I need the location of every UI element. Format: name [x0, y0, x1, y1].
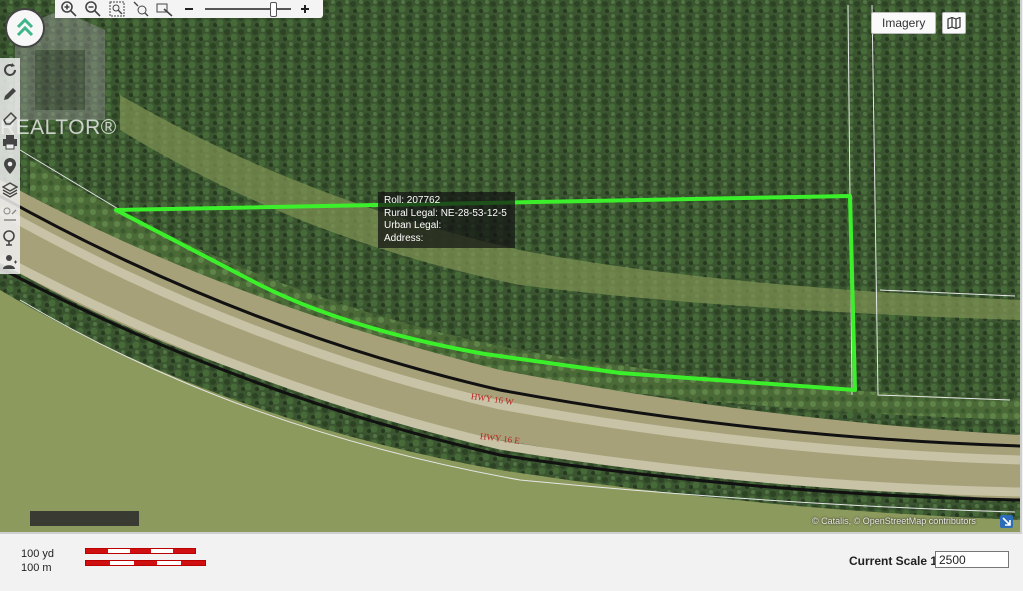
- pan-icon: [156, 3, 173, 17]
- expand-icon: [1002, 517, 1011, 526]
- satellite-imagery: [0, 0, 1020, 532]
- map-toolbar: [55, 0, 323, 18]
- current-scale-label: Current Scale 1:: [849, 554, 942, 568]
- popup-urban-legal: Urban Legal:: [384, 220, 442, 231]
- popup-roll: Roll: 207762: [384, 195, 441, 206]
- zoom-in-icon: [61, 1, 77, 17]
- popup-rural-legal: Rural Legal: NE-28-53-12-5: [384, 207, 507, 219]
- erase-button[interactable]: [0, 106, 20, 130]
- zoom-extent-icon: [133, 1, 149, 17]
- zoom-slider-minus-button[interactable]: [179, 0, 199, 18]
- map-canvas[interactable]: REALTOR® Imagery Roll: 207762 Rural Lega…: [0, 0, 1022, 534]
- zoom-slider-track: [205, 8, 291, 10]
- scale-bar-yd: [85, 548, 196, 554]
- layers-button[interactable]: [0, 178, 20, 202]
- parcel-info-popup: Roll: 207762 Rural Legal: NE-28-53-12-5 …: [378, 192, 515, 248]
- street-map-button[interactable]: [942, 12, 967, 34]
- zoom-slider-thumb[interactable]: [270, 2, 277, 17]
- zoom-box-icon: [109, 1, 125, 17]
- popup-address: Address:: [384, 232, 424, 244]
- print-icon: [3, 135, 17, 150]
- zoom-out-icon: [85, 1, 101, 17]
- zoom-out-button[interactable]: [83, 0, 103, 18]
- pencil-icon: [4, 88, 16, 100]
- compass-reset-button[interactable]: [5, 8, 45, 48]
- eraser-icon: [3, 111, 18, 125]
- expand-attribution-button[interactable]: [1000, 515, 1013, 528]
- draw-button[interactable]: [0, 82, 20, 106]
- scale-yd-label: 100 yd: [21, 548, 55, 560]
- imagery-button[interactable]: Imagery: [871, 12, 937, 34]
- zoom-box-button[interactable]: [107, 0, 127, 18]
- refresh-button[interactable]: [0, 58, 20, 82]
- user-button[interactable]: [0, 250, 20, 274]
- plus-icon: [301, 5, 309, 13]
- measure-icon: [3, 207, 17, 221]
- minus-icon: [185, 8, 193, 10]
- map-footer: 100 yd 100 m Current Scale 1:: [0, 534, 1023, 591]
- chevron-up-icon: [16, 17, 34, 37]
- layers-icon: [2, 182, 18, 198]
- dark-overlay-box: [30, 511, 139, 526]
- print-button[interactable]: [0, 130, 20, 154]
- scale-bar-m: [85, 560, 206, 566]
- left-toolbar: [0, 58, 20, 274]
- location-pin-icon: [4, 158, 16, 174]
- basemap-control: Imagery: [871, 12, 967, 34]
- refresh-icon: [4, 63, 16, 76]
- location-button[interactable]: [0, 154, 20, 178]
- scale-m-label: 100 m: [21, 562, 52, 574]
- current-scale-input[interactable]: [935, 551, 1009, 568]
- user-icon: [3, 255, 17, 269]
- measure-button[interactable]: [0, 202, 20, 226]
- pan-button[interactable]: [155, 0, 175, 18]
- map-icon: [947, 17, 961, 29]
- identify-icon: [3, 230, 15, 246]
- zoom-extent-button[interactable]: [131, 0, 151, 18]
- map-attribution: © Catalis, © OpenStreetMap contributors: [812, 516, 976, 526]
- zoom-slider[interactable]: [205, 0, 291, 18]
- zoom-in-button[interactable]: [59, 0, 79, 18]
- zoom-slider-plus-button[interactable]: [295, 0, 315, 18]
- identify-button[interactable]: [0, 226, 20, 250]
